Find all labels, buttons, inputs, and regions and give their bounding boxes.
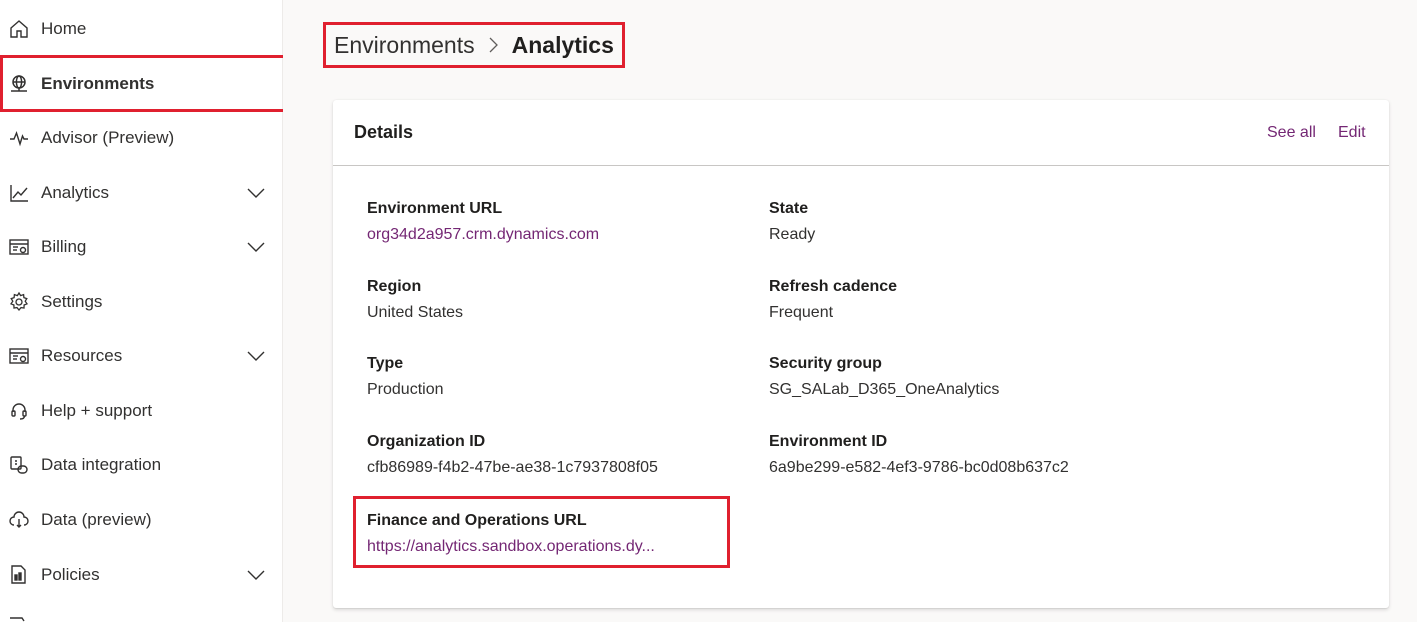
sidebar-item-resources[interactable]: Resources (0, 329, 282, 383)
field-value: Ready (769, 226, 816, 243)
sidebar-item-label: Policies (41, 565, 100, 584)
environment-id-field: Environment ID 6a9be299-e582-4ef3-9786-b… (769, 432, 1069, 478)
sidebar-item-home[interactable]: Home (0, 2, 282, 56)
breadcrumb-environments-link[interactable]: Environments (334, 32, 475, 59)
sidebar-item-help-support[interactable]: Help + support (0, 384, 282, 438)
state-field: State Ready (769, 199, 815, 245)
sidebar-item-label: Analytics (41, 183, 110, 202)
sidebar-item-label: Data (preview) (41, 510, 152, 529)
field-label: Security group (769, 355, 882, 372)
policies-icon (8, 564, 30, 586)
security-group-field: Security group SG_SALab_D365_OneAnalytic… (769, 354, 999, 400)
data-integration-icon (8, 454, 30, 476)
sidebar-item-label: Home (41, 19, 87, 38)
details-title: Details (354, 122, 414, 142)
pulse-icon (8, 127, 30, 149)
refresh-cadence-field: Refresh cadence Frequent (769, 277, 897, 323)
environment-url-field: Environment URL org34d2a957.crm.dynamics… (367, 199, 599, 245)
sidebar-item-billing[interactable]: Billing (0, 220, 282, 274)
sidebar-item-analytics[interactable]: Analytics (0, 166, 282, 220)
breadcrumb: Environments Analytics (334, 28, 614, 62)
left-navigation: Home Environments Advisor (Preview) Anal… (0, 0, 283, 622)
gear-icon (8, 291, 30, 313)
region-field: Region United States (367, 277, 463, 323)
details-card-header: Details See all Edit (333, 100, 1389, 166)
breadcrumb-current-page: Analytics (511, 31, 614, 58)
edit-link[interactable]: Edit (1338, 124, 1366, 142)
sidebar-item-label: Environments (41, 74, 155, 93)
sidebar-item-label: Help + support (41, 401, 153, 420)
field-label: Organization ID (367, 433, 486, 450)
sidebar-item-overflow-icon (8, 612, 26, 622)
field-label: State (769, 200, 809, 217)
field-value: 6a9be299-e582-4ef3-9786-bc0d08b637c2 (769, 459, 1069, 476)
field-value: United States (367, 304, 464, 321)
sidebar-item-label: Resources (41, 346, 123, 365)
field-value: Production (367, 381, 444, 398)
chevron-right-icon (488, 36, 499, 54)
billing-icon (8, 236, 30, 258)
environment-url-link[interactable]: org34d2a957.crm.dynamics.com (367, 225, 599, 245)
details-card: Details See all Edit Environment URL org… (333, 100, 1389, 608)
field-label: Environment ID (769, 433, 888, 450)
home-icon (8, 18, 30, 40)
sidebar-item-label: Data integration (41, 455, 162, 474)
finance-operations-url-field: Finance and Operations URL https://analy… (367, 511, 655, 557)
field-value: SG_SALab_D365_OneAnalytics (769, 381, 1000, 398)
field-label: Finance and Operations URL (367, 512, 587, 529)
sidebar-item-data-integration[interactable]: Data integration (0, 438, 282, 492)
sidebar-item-settings[interactable]: Settings (0, 275, 282, 329)
see-all-link[interactable]: See all (1267, 124, 1316, 142)
resources-icon (8, 345, 30, 367)
globe-icon (8, 73, 30, 95)
chevron-down-icon[interactable] (246, 568, 266, 582)
field-label: Refresh cadence (769, 278, 898, 295)
sidebar-item-advisor[interactable]: Advisor (Preview) (0, 111, 282, 165)
field-label: Region (367, 278, 422, 295)
cloud-data-icon (8, 509, 30, 531)
type-field: Type Production (367, 354, 444, 400)
sidebar-item-label: Billing (41, 237, 87, 256)
field-label: Environment URL (367, 200, 503, 217)
sidebar-item-label: Advisor (Preview) (41, 128, 175, 147)
chevron-down-icon[interactable] (246, 240, 266, 254)
sidebar-item-environments[interactable]: Environments (0, 57, 282, 111)
field-value: Frequent (769, 304, 834, 321)
chevron-down-icon[interactable] (246, 186, 266, 200)
field-label: Type (367, 355, 404, 372)
field-value: cfb86989-f4b2-47be-ae38-1c7937808f05 (367, 459, 658, 476)
headset-icon (8, 400, 30, 422)
sidebar-item-policies[interactable]: Policies (0, 548, 282, 602)
finance-operations-url-link[interactable]: https://analytics.sandbox.operations.dy.… (367, 537, 655, 557)
organization-id-field: Organization ID cfb86989-f4b2-47be-ae38-… (367, 432, 658, 478)
sidebar-item-data-preview[interactable]: Data (preview) (0, 493, 282, 547)
line-chart-icon (8, 182, 30, 204)
chevron-down-icon[interactable] (246, 349, 266, 363)
sidebar-item-label: Settings (41, 292, 103, 311)
